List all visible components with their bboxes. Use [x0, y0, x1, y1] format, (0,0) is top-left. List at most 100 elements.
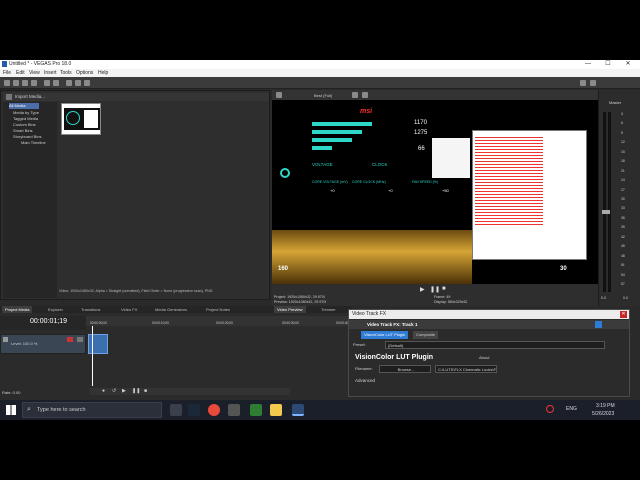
tab-explorer[interactable]: Explorer — [45, 306, 66, 313]
menu-options[interactable]: Options — [76, 70, 93, 76]
video-track-fx-dialog: Video Track FX ✕ Video Track FX: Track 1… — [348, 309, 630, 397]
steam-icon[interactable] — [188, 404, 200, 416]
app-icon[interactable] — [250, 404, 262, 416]
timeline-pause-button[interactable]: ❚❚ — [132, 388, 140, 394]
fx-dialog-close-button[interactable]: ✕ — [620, 311, 627, 318]
advanced-toggle[interactable]: Advanced — [355, 378, 375, 383]
core-voltage-label: CORE VOLTAGE (mV) — [312, 180, 348, 184]
unity-icon[interactable] — [228, 404, 240, 416]
track-mute-icon[interactable] — [77, 337, 83, 342]
loop-button[interactable]: ↺ — [112, 388, 116, 394]
help-icon[interactable] — [590, 80, 596, 86]
lut-path-field[interactable]: C:\LUTS\FLX Cinematic Looks\F — [435, 365, 497, 373]
preview-toolbar: Best (Full) — [272, 90, 598, 100]
meter-scale-tick: 45 — [621, 244, 625, 249]
meter-peak-right: 0.0 — [623, 296, 628, 300]
cut-icon[interactable] — [66, 80, 72, 86]
close-window-button[interactable]: ✕ — [620, 60, 636, 69]
clock-time[interactable]: 3:19 PM — [596, 403, 615, 409]
preview-settings-icon[interactable] — [276, 92, 282, 98]
copy-icon[interactable] — [75, 80, 81, 86]
redo-icon[interactable] — [53, 80, 59, 86]
menu-edit[interactable]: Edit — [16, 70, 25, 76]
snapshot-icon[interactable] — [362, 92, 368, 98]
tab-project-notes[interactable]: Project Notes — [203, 306, 233, 313]
tree-custom-bins[interactable]: Custom Bins — [13, 122, 36, 127]
save-icon[interactable] — [22, 80, 28, 86]
menu-file[interactable]: File — [3, 70, 11, 76]
tree-media-by-type[interactable]: Media by Type — [13, 110, 39, 115]
preset-label: Preset: — [353, 342, 366, 347]
hud-gauge-ring — [280, 168, 290, 178]
menu-view[interactable]: View — [29, 70, 40, 76]
tree-smart-bins[interactable]: Smart Bins — [13, 128, 33, 133]
overlay-icon[interactable] — [352, 92, 358, 98]
settings-icon[interactable] — [580, 80, 586, 86]
file-explorer-icon[interactable] — [270, 404, 282, 416]
chrome-icon[interactable] — [208, 404, 220, 416]
taskbar-search-box[interactable]: ⌕ Type here to search — [22, 402, 162, 418]
tree-main-timeline[interactable]: Main Timeline — [21, 140, 46, 145]
undo-icon[interactable] — [44, 80, 50, 86]
timeline-clip[interactable] — [88, 334, 108, 354]
pause-button[interactable]: ❚❚ — [430, 286, 440, 293]
preset-select[interactable]: (Default) — [385, 341, 605, 349]
windows-start-icon[interactable] — [6, 405, 16, 415]
console-log-lines — [475, 135, 543, 225]
dialog-popup — [432, 138, 470, 178]
playhead-cursor[interactable] — [92, 326, 93, 386]
meter-right — [608, 112, 611, 292]
volume-fader[interactable] — [602, 210, 610, 214]
tab-video-fx[interactable]: Video FX — [118, 306, 140, 313]
meter-scale-tick: 39 — [621, 225, 625, 230]
menu-insert[interactable]: Insert — [44, 70, 57, 76]
fps-right-value: 30 — [560, 266, 567, 272]
preview-quality-select[interactable]: Best (Full) — [314, 93, 332, 98]
language-indicator[interactable]: ENG — [566, 406, 577, 412]
import-icon[interactable] — [6, 94, 12, 100]
import-media-button[interactable]: Import Media... — [15, 94, 45, 99]
tree-storyboard-bins[interactable]: Storyboard Bins — [13, 134, 41, 139]
vegas-taskbar-icon[interactable] — [292, 404, 304, 416]
search-icon: ⌕ — [27, 406, 31, 413]
timeline-panel: 00:00:01;19 00:00:00;00 00:00:10;00 00:0… — [0, 314, 353, 400]
play-button[interactable]: ▶ — [420, 286, 425, 293]
browse-button[interactable]: Browse... — [379, 365, 431, 373]
track-fx-icon[interactable] — [67, 337, 73, 342]
time-ruler[interactable]: 00:00:00;00 00:00:10;00 00:00:20;00 00:0… — [86, 316, 353, 326]
gpu-bar — [312, 122, 372, 126]
tree-tagged-media[interactable]: Tagged Media — [13, 116, 38, 121]
new-project-icon[interactable] — [4, 80, 10, 86]
rate-label: Rate: 0.00 — [2, 390, 21, 395]
tab-trimmer[interactable]: Trimmer — [318, 306, 339, 313]
tree-all-media[interactable]: All Media — [9, 103, 39, 109]
maximize-button[interactable]: ☐ — [600, 60, 616, 69]
chain-composite[interactable]: Composite — [413, 331, 439, 339]
minimize-button[interactable]: — — [580, 60, 596, 69]
chain-visioncolor-lut[interactable]: VisionColor LUT Plugin — [361, 331, 409, 339]
render-icon[interactable] — [31, 80, 37, 86]
stop-button[interactable]: ■ — [442, 286, 446, 292]
tab-transitions[interactable]: Transitions — [78, 306, 103, 313]
record-button[interactable]: ● — [102, 388, 105, 394]
clock-date[interactable]: 5/26/2023 — [592, 411, 614, 417]
tab-video-preview[interactable]: Video Preview — [274, 306, 306, 313]
timeline-play-button[interactable]: ▶ — [122, 388, 126, 394]
tab-media-generators[interactable]: Media Generators — [152, 306, 190, 313]
project-media-panel: Import Media... All Media Media by Type … — [0, 90, 270, 300]
fps-left-value: 160 — [278, 266, 289, 272]
notification-icon[interactable] — [546, 405, 554, 413]
about-link[interactable]: About — [479, 355, 489, 360]
fx-dialog-titlebar[interactable]: Video Track FX — [349, 310, 629, 319]
fx-plugin-chain-icon[interactable] — [595, 321, 602, 328]
menu-help[interactable]: Help — [98, 70, 108, 76]
paste-icon[interactable] — [84, 80, 90, 86]
timeline-stop-button[interactable]: ■ — [144, 388, 147, 394]
tab-project-media[interactable]: Project Media — [2, 306, 33, 313]
open-icon[interactable] — [13, 80, 19, 86]
media-thumbnail[interactable] — [61, 103, 101, 135]
desktop-screen: Untitled * - VEGAS Pro 18.0 — ☐ ✕ File E… — [0, 60, 640, 420]
video-track-header[interactable]: Level: 100.0 % — [0, 334, 86, 354]
menu-tools[interactable]: Tools — [60, 70, 72, 76]
task-view-icon[interactable] — [170, 404, 182, 416]
